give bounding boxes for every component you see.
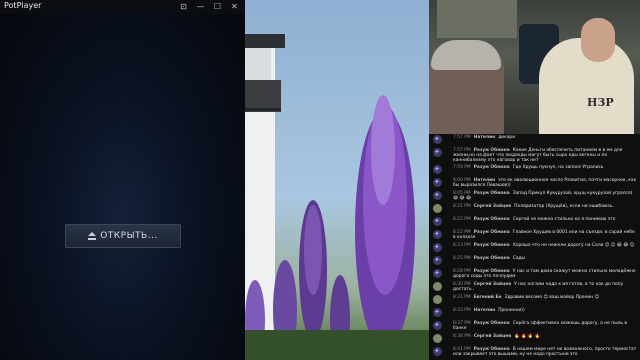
chat-text: Сергей не можно стильно ко я понимаю это — [512, 217, 616, 222]
chat-message[interactable]: 7:59 PMРазум ОбманаГде Хрущь пукнул, на … — [429, 164, 640, 177]
grass — [245, 330, 429, 360]
chat-author[interactable]: Разум Обмана — [474, 217, 510, 222]
chat-text: Поляризатор (Хрущёв), если ни ошибаюсь. — [514, 204, 614, 209]
potplayer-window: PotPlayer ⊡ — ☐ ✕ ОТКРЫТЬ... — [0, 0, 245, 360]
chat-author[interactable]: Евгений Ен — [474, 295, 502, 300]
background-shelf — [437, 0, 517, 38]
chat-time: 8:33 PM — [453, 308, 471, 313]
chat-author[interactable]: Сергей Зайцев — [474, 334, 511, 339]
chat-message[interactable]: 8:23 PMРазум ОбманаХорошо что не нежели … — [429, 242, 640, 255]
chat-time: 7:59 PM — [453, 165, 471, 170]
chat-author[interactable]: Разум Обмана — [474, 321, 510, 326]
chat-message[interactable]: 7:57 PMНателиндикари — [429, 134, 640, 147]
chat-author[interactable]: Сергей Зайцев — [474, 204, 511, 209]
chat-time: 7:57 PM — [453, 135, 471, 140]
person-left-hair — [431, 40, 501, 70]
avatar[interactable] — [433, 295, 442, 304]
chat-message[interactable]: 8:38 PM Сергей Зайцев 🔥 🔥 🔥 🔥 — [429, 333, 640, 346]
lupine-spike-large — [355, 95, 415, 350]
chat-message[interactable]: 8:30 PM Сергей Зайцев У нас ногами надо к … — [429, 281, 640, 294]
chat-message[interactable]: 8:05 PMРазум ОбманаЗапад Прикул Кукурузо… — [429, 190, 640, 203]
close-button[interactable]: ✕ — [226, 0, 243, 14]
pin-icon[interactable]: ⊡ — [175, 0, 192, 14]
chat-time: 8:38 PM — [453, 334, 471, 339]
chat-text: Где Хрущь пукнул, на запасе Угрались — [512, 165, 604, 170]
chat-time: 8:31 PM — [453, 295, 471, 300]
avatar[interactable] — [433, 282, 442, 291]
chat-message[interactable]: 8:37 PMРазум ОбманаСерёга эффективно мож… — [429, 320, 640, 333]
chat-message[interactable]: 8:00 PMНателинэто ек иволюционное число … — [429, 177, 640, 190]
lupine-flowers — [245, 95, 429, 360]
window-controls: ⊡ — ☐ ✕ — [175, 0, 243, 14]
chat-author[interactable]: Разум Обмана — [474, 191, 510, 196]
avatar[interactable] — [433, 191, 442, 200]
chat-time: 8:21 PM — [453, 204, 471, 209]
webcam-video: НЗР — [429, 0, 640, 134]
chat-message[interactable]: 8:22 PMРазум ОбманаГлавное Хрущев в 0001… — [429, 229, 640, 242]
avatar[interactable] — [433, 269, 442, 278]
wallpaper-photo — [245, 0, 429, 360]
avatar[interactable] — [433, 135, 442, 144]
title-bar[interactable]: PotPlayer ⊡ — ☐ ✕ — [0, 0, 245, 14]
person-right-head — [581, 18, 615, 62]
chat-author[interactable]: Нателин — [474, 135, 496, 140]
avatar[interactable] — [433, 321, 442, 330]
avatar[interactable] — [433, 230, 442, 239]
chat-text: Пронинни)) — [498, 308, 525, 313]
live-chat: 7:57 PMНателиндикари7:57 PMРазум ОбманаК… — [429, 134, 640, 360]
chat-time: 8:22 PM — [453, 217, 471, 222]
open-file-button[interactable]: ОТКРЫТЬ... — [65, 224, 181, 248]
shirt-print: НЗР — [587, 96, 614, 109]
chat-message[interactable]: 8:33 PMНателинПронинни)) — [429, 307, 640, 320]
chat-text: Хорошо что не нежели дорогу на Соли 😊 😊 … — [512, 243, 635, 248]
chat-time: 8:25 PM — [453, 256, 471, 261]
avatar[interactable] — [433, 243, 442, 252]
chat-message[interactable]: 8:28 PMРазум ОбманаУ нас и там дома скаж… — [429, 268, 640, 281]
chat-author[interactable]: Разум Обмана — [474, 165, 510, 170]
chat-message[interactable]: 8:31 PM Евгений Ен Здравии весомо 😊 ваш ма… — [429, 294, 640, 307]
chat-message[interactable]: 8:41 PMРазум ОбманаВ нашем мире нет не в… — [429, 346, 640, 359]
chat-text: Здравии весомо 😊 ваш майор Пронин 😊 — [504, 295, 600, 300]
avatar[interactable] — [433, 204, 442, 213]
chat-author[interactable]: Разум Обмана — [474, 243, 510, 248]
avatar[interactable] — [433, 347, 442, 356]
avatar[interactable] — [433, 217, 442, 226]
avatar[interactable] — [433, 165, 442, 174]
chat-text: 🔥 🔥 🔥 🔥 — [514, 334, 541, 339]
chat-text: дикари — [498, 135, 516, 140]
chat-text: Сады — [512, 256, 526, 261]
eject-icon — [88, 232, 97, 240]
chat-time: 8:23 PM — [453, 243, 471, 248]
chat-message[interactable]: 8:25 PMРазум ОбманаСады — [429, 255, 640, 268]
chat-message-list: 7:57 PMНателиндикари7:57 PMРазум ОбманаК… — [429, 134, 640, 359]
maximize-button[interactable]: ☐ — [209, 0, 226, 14]
avatar[interactable] — [433, 178, 442, 187]
open-file-label: ОТКРЫТЬ... — [100, 231, 158, 241]
avatar[interactable] — [433, 148, 442, 157]
chat-author[interactable]: Нателин — [474, 308, 496, 313]
chat-author[interactable]: Сергей Зайцев — [474, 282, 511, 287]
chat-author[interactable]: Разум Обмана — [474, 230, 510, 235]
chat-author[interactable]: Разум Обмана — [474, 256, 510, 261]
avatar[interactable] — [433, 334, 442, 343]
chat-message[interactable]: 8:22 PMРазум ОбманаСергей не можно стиль… — [429, 216, 640, 229]
chat-message[interactable]: 7:57 PMРазум ОбманаКакие Деньги обеспечи… — [429, 147, 640, 164]
minimize-button[interactable]: — — [192, 0, 209, 14]
lupine-spike-mid — [299, 200, 327, 340]
app-title: PotPlayer — [4, 1, 42, 10]
avatar[interactable] — [433, 308, 442, 317]
avatar[interactable] — [433, 256, 442, 265]
chat-message[interactable]: 8:21 PM Сергей Зайцев Поляризатор (Хрущёв)… — [429, 203, 640, 216]
